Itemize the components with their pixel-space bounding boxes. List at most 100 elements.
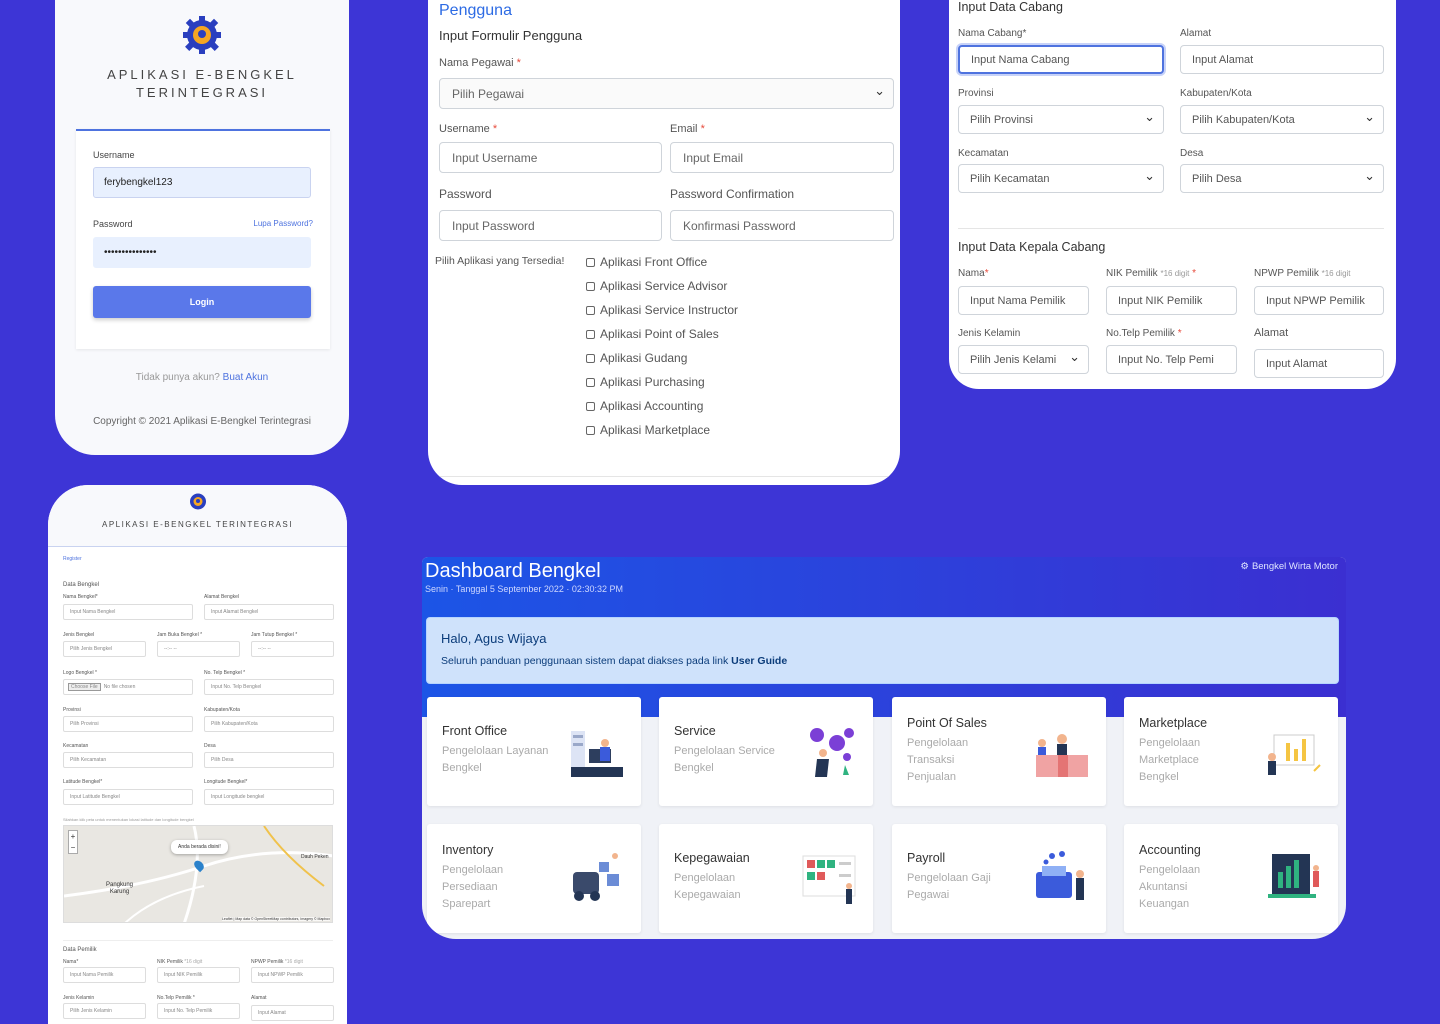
map-hint: Silahkan klik peta untuk menentukan loka…: [63, 817, 194, 822]
checkbox[interactable]: [586, 257, 595, 267]
checkbox[interactable]: [586, 377, 595, 387]
zoom-out-button[interactable]: −: [69, 842, 77, 853]
kabupaten-select[interactable]: Pilih Kabupaten/Kota: [204, 716, 334, 732]
branch-form-card: Input Data Cabang Nama Cabang* Input Nam…: [949, 0, 1396, 389]
desa-select[interactable]: Pilih Desa: [1180, 164, 1384, 193]
form-subtitle: Input Formulir Pengguna: [439, 28, 583, 43]
nama-kepala-input[interactable]: Input Nama Pemilik: [958, 286, 1089, 315]
telp-label: No.Telp Pemilik *: [1106, 328, 1182, 339]
checkbox[interactable]: [586, 329, 595, 339]
tile-title: Inventory: [442, 843, 494, 857]
app-checkbox-pos[interactable]: Aplikasi Point of Sales: [586, 327, 719, 341]
tile-front-office[interactable]: Front Office Pengelolaan Layanan Bengkel: [427, 697, 641, 806]
user-form-card: Pengguna Input Formulir Pengguna Nama Pe…: [428, 0, 900, 485]
kecamatan-select[interactable]: Pilih Kecamatan: [63, 752, 193, 768]
tile-desc: Pengelolaan Akuntansi Keuangan: [1139, 864, 1201, 910]
app-checkbox-accounting[interactable]: Aplikasi Accounting: [586, 399, 703, 413]
tile-marketplace[interactable]: Marketplace Pengelolaan Marketplace Bengke…: [1124, 697, 1338, 806]
longitude-label: Longitude Bengkel*: [204, 779, 248, 785]
nik-pemilik-input[interactable]: Input NIK Pemilik: [157, 967, 240, 983]
checkbox[interactable]: [586, 305, 595, 315]
telp-input[interactable]: Input No. Telp Pemi: [1106, 345, 1237, 374]
email-input[interactable]: Input Email: [670, 142, 894, 173]
alamat-input[interactable]: Input Alamat: [1254, 349, 1384, 378]
location-map[interactable]: + − Anda berada disini! Pangkung Karung D…: [63, 825, 333, 923]
tile-payroll[interactable]: Payroll Pengelolaan Gaji Pegawai: [892, 824, 1106, 933]
tab-register[interactable]: Register: [63, 556, 82, 562]
checkbox[interactable]: [586, 353, 595, 363]
app-checkbox-marketplace[interactable]: Aplikasi Marketplace: [586, 423, 710, 437]
nama-pemilik-input[interactable]: Input Nama Pemilik: [63, 967, 146, 983]
telp-pemilik-label: No.Telp Pemilik *: [157, 995, 195, 1001]
app-checkbox-gudang[interactable]: Aplikasi Gudang: [586, 351, 687, 365]
workshop-selector[interactable]: ⚙ Bengkel Wirta Motor: [1240, 561, 1338, 572]
jenis-kelamin-label: Jenis Kelamin: [63, 995, 95, 1001]
username-label: Username: [93, 150, 135, 160]
provinsi-select[interactable]: Pilih Provinsi: [63, 716, 193, 732]
alamat-pemilik-input[interactable]: Input Alamat: [251, 1005, 334, 1021]
kepala-cabang-heading: Input Data Kepala Cabang: [958, 240, 1106, 254]
forgot-password-link[interactable]: Lupa Password?: [253, 219, 313, 228]
app-checkbox-purchasing[interactable]: Aplikasi Purchasing: [586, 375, 705, 389]
kabupaten-label: Kabupaten/Kota: [204, 707, 240, 713]
desa-select[interactable]: Pilih Desa: [204, 752, 334, 768]
kabupaten-label: Kabupaten/Kota: [1180, 88, 1252, 99]
jam-buka-label: Jam Buka Bengkel *: [157, 632, 203, 638]
email-label: Email *: [670, 123, 705, 135]
checkbox[interactable]: [586, 281, 595, 291]
user-guide-link[interactable]: User Guide: [731, 655, 787, 667]
alamat-cabang-label: Alamat: [1180, 28, 1212, 39]
service-gears-illustration-icon: [810, 728, 854, 777]
choose-file-button[interactable]: Choose File: [68, 683, 101, 691]
latitude-input[interactable]: Input Latitude Bengkel: [63, 789, 193, 805]
tile-service[interactable]: Service Pengelolaan Service Bengkel: [659, 697, 873, 806]
npwp-input[interactable]: Input NPWP Pemilik: [1254, 286, 1384, 315]
app-checkbox-service-advisor[interactable]: Aplikasi Service Advisor: [586, 279, 727, 293]
desa-label: Desa: [204, 743, 216, 749]
tile-kepegawaian[interactable]: Kepegawaian Pengelolaan Kepegawaian: [659, 824, 873, 933]
tile-point-of-sales[interactable]: Point Of Sales Pengelolaan Transaksi Penju…: [892, 697, 1106, 806]
provinsi-label: Provinsi: [958, 88, 994, 99]
app-checkbox-service-instructor[interactable]: Aplikasi Service Instructor: [586, 303, 738, 317]
username-input[interactable]: ferybengkel123: [93, 167, 311, 198]
nama-cabang-input[interactable]: Input Nama Cabang: [958, 45, 1164, 74]
checkbox[interactable]: [586, 425, 595, 435]
provinsi-select[interactable]: Pilih Provinsi: [958, 105, 1164, 134]
divider: [439, 476, 894, 477]
pegawai-select[interactable]: Pilih Pegawai: [439, 78, 894, 109]
longitude-input[interactable]: Input Longitude bengkel: [204, 789, 334, 805]
login-button[interactable]: Login: [93, 286, 311, 318]
alamat-cabang-input[interactable]: Input Alamat: [1180, 45, 1384, 74]
jenis-kelamin-select[interactable]: Pilih Jenis Kelamin: [63, 1003, 146, 1019]
checkbox[interactable]: [586, 401, 595, 411]
pos-cashier-illustration-icon: [1036, 734, 1088, 777]
password-confirm-input[interactable]: Konfirmasi Password: [670, 210, 894, 241]
alamat-bengkel-input[interactable]: Input Alamat Bengkel: [204, 604, 334, 620]
jam-tutup-input[interactable]: --:-- --: [251, 641, 334, 657]
nik-input[interactable]: Input NIK Pemilik: [1106, 286, 1237, 315]
jam-buka-input[interactable]: --:-- --: [157, 641, 240, 657]
logo-file-input[interactable]: Choose File No file chosen: [63, 679, 193, 695]
jenis-bengkel-select[interactable]: Pilih Jenis Bengkel: [63, 641, 146, 657]
tile-accounting[interactable]: Accounting Pengelolaan Akuntansi Keuangan: [1124, 824, 1338, 933]
tile-desc: Pengelolaan Layanan Bengkel: [442, 745, 549, 774]
no-account-text: Tidak punya akun?: [135, 372, 220, 383]
npwp-pemilik-input[interactable]: Input NPWP Pemilik: [251, 967, 334, 983]
app-checkbox-front-office[interactable]: Aplikasi Front Office: [586, 255, 707, 269]
password-input[interactable]: Input Password: [439, 210, 662, 241]
username-input[interactable]: Input Username: [439, 142, 662, 173]
jenis-kelamin-select[interactable]: Pilih Jenis Kelami: [958, 345, 1089, 374]
telp-bengkel-input[interactable]: Input No. Telp Bengkel: [204, 679, 334, 695]
kabupaten-select[interactable]: Pilih Kabupaten/Kota: [1180, 105, 1384, 134]
nama-bengkel-input[interactable]: Input Nama Bengkel: [63, 604, 193, 620]
kecamatan-select[interactable]: Pilih Kecamatan: [958, 164, 1164, 193]
map-place-pangkung: Pangkung Karung: [106, 882, 134, 895]
tile-desc: Pengelolaan Service Bengkel: [674, 745, 775, 774]
password-input[interactable]: •••••••••••••••: [93, 237, 311, 268]
telp-pemilik-input[interactable]: Input No. Telp Pemilik: [157, 1003, 240, 1019]
tile-inventory[interactable]: Inventory Pengelolaan Persediaan Sparepart: [427, 824, 641, 933]
username-label: Username *: [439, 123, 498, 135]
create-account-link[interactable]: Buat Akun: [223, 372, 269, 383]
zoom-in-button[interactable]: +: [69, 831, 77, 842]
alamat-bengkel-label: Alamat Bengkel: [204, 594, 240, 600]
